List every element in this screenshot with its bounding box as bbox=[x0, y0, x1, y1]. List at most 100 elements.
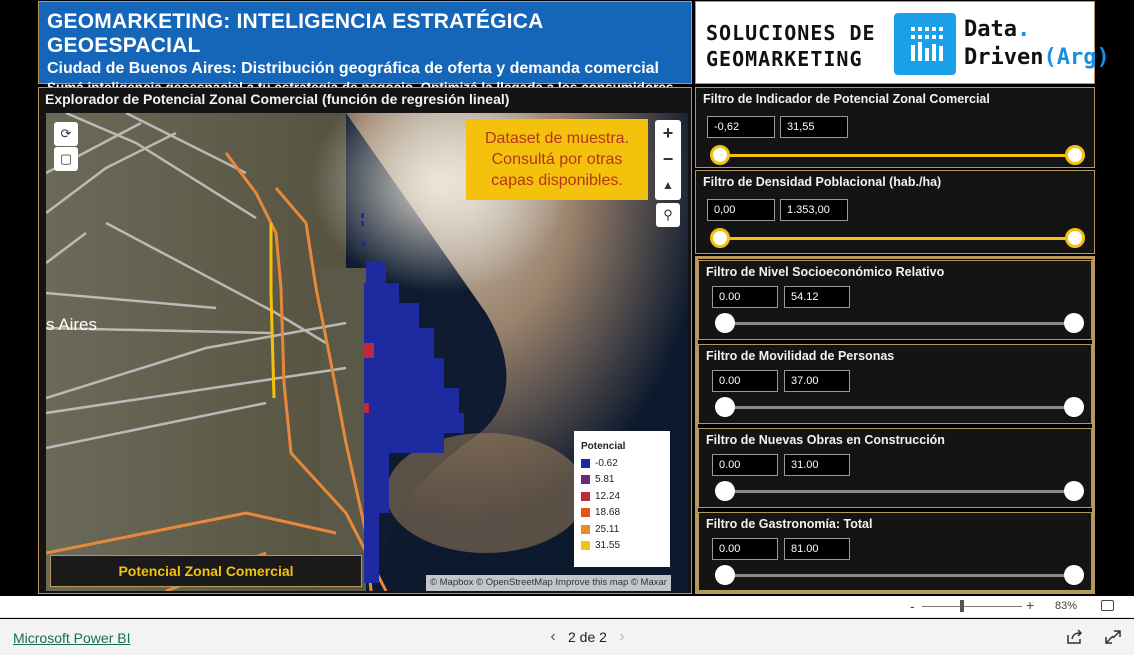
filter-slider-min-handle[interactable] bbox=[715, 565, 735, 585]
potential-cell bbox=[399, 333, 404, 338]
zoom-in-button[interactable]: + bbox=[655, 120, 681, 146]
filter-slider-max-handle[interactable] bbox=[1064, 481, 1084, 501]
filter-max-input[interactable]: 31.00 bbox=[784, 454, 850, 476]
potential-cell bbox=[399, 418, 404, 423]
filter-min-input[interactable]: 0.00 bbox=[712, 286, 778, 308]
filter-slider-max-handle[interactable] bbox=[1064, 313, 1084, 333]
filter-slider-track[interactable] bbox=[725, 406, 1075, 409]
previous-page-button[interactable]: ‹ bbox=[538, 628, 568, 646]
potential-cell bbox=[404, 383, 409, 388]
potential-cell bbox=[434, 408, 439, 413]
filter-slider-track[interactable] bbox=[725, 322, 1075, 325]
map-attribution[interactable]: © Mapbox © OpenStreetMap Improve this ma… bbox=[426, 575, 671, 591]
potential-cell bbox=[369, 303, 374, 308]
potential-cell bbox=[369, 483, 374, 488]
filter-slider-max-handle[interactable] bbox=[1065, 228, 1085, 248]
filter-slider-track[interactable] bbox=[725, 574, 1075, 577]
fit-to-page-icon[interactable] bbox=[1101, 600, 1114, 611]
lasso-select-icon[interactable]: ▢ bbox=[54, 147, 78, 171]
potential-cell bbox=[419, 378, 424, 383]
focus-mode-icon[interactable]: ⟳ bbox=[54, 122, 78, 146]
potential-cell bbox=[374, 478, 379, 483]
search-location-icon[interactable]: ⚲ bbox=[656, 203, 680, 227]
filter-min-input[interactable]: -0,62 bbox=[707, 116, 775, 138]
filter-slider-max-handle[interactable] bbox=[1064, 565, 1084, 585]
power-bi-link[interactable]: Microsoft Power BI bbox=[13, 630, 130, 646]
filter-slider-min-handle[interactable] bbox=[710, 145, 730, 165]
potential-cell bbox=[384, 508, 389, 513]
potential-cell bbox=[399, 363, 404, 368]
potential-cell bbox=[384, 468, 389, 473]
zoom-slider-thumb[interactable] bbox=[960, 600, 964, 612]
potential-cell bbox=[384, 353, 389, 358]
potential-cell bbox=[429, 433, 434, 438]
next-page-button[interactable]: › bbox=[607, 628, 637, 646]
zoom-out-page-button[interactable]: - bbox=[910, 598, 915, 614]
potential-cell bbox=[374, 508, 379, 513]
map-area[interactable]: s Aires ⟳ ▢ Dataset de muestra. Consultá… bbox=[46, 113, 688, 591]
potential-cell bbox=[424, 423, 429, 428]
filter-slider-track[interactable] bbox=[720, 237, 1076, 240]
filter-max-input[interactable]: 54.12 bbox=[784, 286, 850, 308]
potential-cell bbox=[364, 498, 369, 503]
potential-cell bbox=[389, 443, 394, 448]
zoom-slider-track[interactable] bbox=[922, 606, 1022, 607]
potential-cell bbox=[409, 313, 414, 318]
filter-slider-min-handle[interactable] bbox=[710, 228, 730, 248]
potential-cell bbox=[409, 418, 414, 423]
potential-cell bbox=[404, 368, 409, 373]
potential-cell bbox=[379, 293, 384, 298]
potential-cell bbox=[379, 478, 384, 483]
filter-min-input[interactable]: 0,00 bbox=[707, 199, 775, 221]
potential-cell bbox=[379, 388, 384, 393]
filter-slider-max-handle[interactable] bbox=[1064, 397, 1084, 417]
potential-cell bbox=[364, 468, 369, 473]
filter-max-input[interactable]: 37.00 bbox=[784, 370, 850, 392]
potential-cell bbox=[369, 508, 374, 513]
potential-cell bbox=[439, 358, 444, 363]
filter-slider-track[interactable] bbox=[720, 154, 1076, 157]
potential-cell bbox=[369, 418, 374, 423]
potential-cell bbox=[394, 318, 399, 323]
potential-cell bbox=[394, 308, 399, 313]
potential-cell bbox=[399, 338, 404, 343]
potential-cell bbox=[384, 393, 389, 398]
filter-slider-min-handle[interactable] bbox=[715, 313, 735, 333]
potential-cell bbox=[389, 423, 394, 428]
filter-slider-max-handle[interactable] bbox=[1065, 145, 1085, 165]
potential-cell bbox=[389, 283, 394, 288]
filter-max-input[interactable]: 31,55 bbox=[780, 116, 848, 138]
fullscreen-icon[interactable] bbox=[1104, 629, 1122, 645]
potential-cell bbox=[364, 533, 369, 538]
potential-cell bbox=[381, 276, 386, 281]
filter-group: Filtro de Nivel Socioeconómico Relativo … bbox=[695, 256, 1095, 594]
legend-label: -0.62 bbox=[595, 457, 618, 469]
potential-cell bbox=[419, 393, 424, 398]
share-icon[interactable] bbox=[1066, 629, 1084, 645]
potential-cell bbox=[374, 403, 379, 408]
filter-max-input[interactable]: 81.00 bbox=[784, 538, 850, 560]
compass-icon[interactable]: ▲ bbox=[655, 172, 681, 198]
potential-cell bbox=[414, 403, 419, 408]
potential-cell bbox=[409, 373, 414, 378]
potential-cell bbox=[371, 271, 376, 276]
filter-potencial: Filtro de Indicador de Potencial Zonal C… bbox=[695, 87, 1095, 168]
layer-button[interactable]: Potencial Zonal Comercial bbox=[50, 555, 362, 587]
potential-cell bbox=[444, 428, 449, 433]
filter-slider-track[interactable] bbox=[725, 490, 1075, 493]
potential-cell bbox=[379, 378, 384, 383]
zoom-in-page-button[interactable]: + bbox=[1026, 597, 1034, 613]
filter-title: Filtro de Movilidad de Personas bbox=[706, 349, 895, 363]
potential-cell bbox=[369, 298, 374, 303]
filter-max-input[interactable]: 1.353,00 bbox=[780, 199, 848, 221]
zoom-out-button[interactable]: − bbox=[655, 146, 681, 172]
potential-cell bbox=[379, 488, 384, 493]
potential-cell bbox=[424, 368, 429, 373]
filter-slider-min-handle[interactable] bbox=[715, 481, 735, 501]
filter-min-input[interactable]: 0.00 bbox=[712, 370, 778, 392]
potential-cell bbox=[369, 368, 374, 373]
filter-min-input[interactable]: 0.00 bbox=[712, 538, 778, 560]
filter-slider-min-handle[interactable] bbox=[715, 397, 735, 417]
potential-cell bbox=[419, 338, 424, 343]
filter-min-input[interactable]: 0.00 bbox=[712, 454, 778, 476]
